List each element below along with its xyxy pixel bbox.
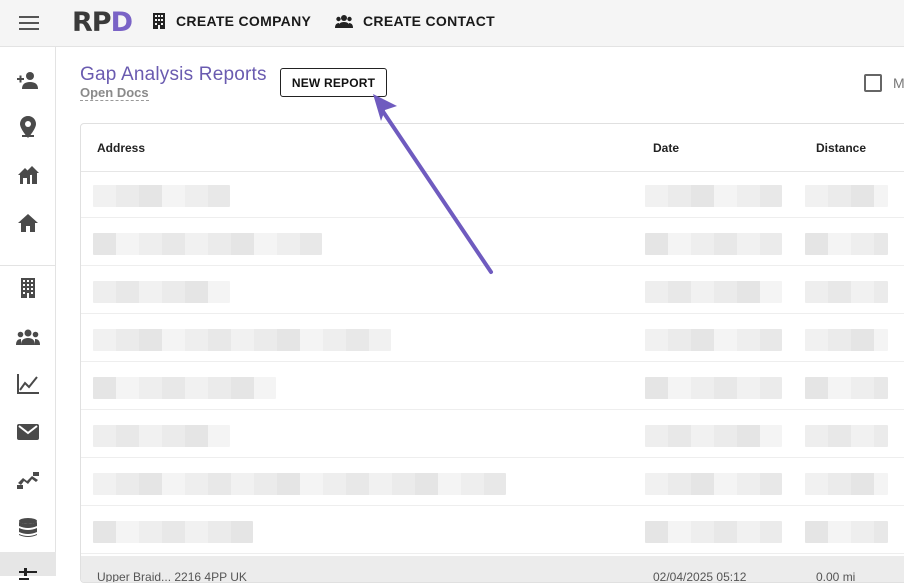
logo-text: RP: [72, 7, 112, 38]
redacted-distance: [805, 521, 888, 543]
line-chart-icon[interactable]: [16, 372, 40, 396]
row-address: Upper Braid... 2216 4PP UK: [97, 570, 247, 583]
redacted-address: [93, 377, 276, 399]
redacted-address: [93, 329, 391, 351]
open-docs-link[interactable]: Open Docs: [80, 85, 149, 101]
column-header-date[interactable]: Date: [653, 141, 679, 155]
redacted-distance: [805, 473, 888, 495]
handshake-icon[interactable]: [16, 468, 40, 492]
table-row[interactable]: [81, 220, 904, 266]
building-icon: [153, 13, 165, 29]
redacted-date: [645, 377, 782, 399]
menu-icon[interactable]: [19, 16, 39, 30]
sidebar: [0, 47, 56, 580]
redacted-date: [645, 233, 782, 255]
redacted-address: [93, 521, 253, 543]
redacted-address: [93, 233, 322, 255]
sidebar-active-item[interactable]: [0, 552, 56, 580]
building-icon[interactable]: [16, 276, 40, 300]
column-header-address[interactable]: Address: [97, 141, 145, 155]
app-logo[interactable]: RPD: [72, 7, 133, 38]
redacted-date: [645, 425, 782, 447]
filter-checkbox[interactable]: [864, 74, 882, 92]
table-row[interactable]: [81, 364, 904, 410]
create-contact-label: CREATE CONTACT: [363, 13, 496, 29]
create-company-button[interactable]: CREATE COMPANY: [152, 13, 311, 29]
create-company-label: CREATE COMPANY: [176, 13, 312, 29]
table-row[interactable]: [81, 172, 904, 218]
row-distance: 0.00 mi: [816, 570, 856, 583]
table-row[interactable]: [81, 460, 904, 506]
people-icon[interactable]: [16, 325, 40, 349]
redacted-address: [93, 281, 230, 303]
page-title: Gap Analysis Reports: [80, 64, 267, 85]
redacted-distance: [805, 329, 888, 351]
redacted-distance: [805, 281, 888, 303]
table-row[interactable]: [81, 412, 904, 458]
redacted-date: [645, 329, 782, 351]
create-contact-button[interactable]: CREATE CONTACT: [335, 13, 495, 29]
database-icon[interactable]: [16, 516, 40, 540]
sliders-icon: [16, 562, 40, 586]
sidebar-divider: [0, 265, 56, 266]
map-pin-icon[interactable]: [16, 115, 40, 139]
redacted-address: [93, 473, 506, 495]
table-row[interactable]: [81, 316, 904, 362]
redacted-address: [93, 425, 230, 447]
new-report-button[interactable]: NEW REPORT: [280, 68, 387, 97]
redacted-date: [645, 521, 782, 543]
redacted-date: [645, 185, 782, 207]
people-icon: [335, 15, 353, 28]
redacted-date: [645, 473, 782, 495]
redacted-distance: [805, 425, 888, 447]
home-icon[interactable]: [16, 211, 40, 235]
redacted-distance: [805, 185, 888, 207]
multi-home-icon[interactable]: [16, 163, 40, 187]
logo-accent: D: [110, 7, 133, 38]
column-header-distance[interactable]: Distance: [816, 141, 866, 155]
redacted-date: [645, 281, 782, 303]
table-row[interactable]: [81, 268, 904, 314]
redacted-address: [93, 185, 230, 207]
top-bar: RPD CREATE COMPANY CREATE CONTACT: [0, 0, 904, 47]
checkbox-label: M: [893, 75, 904, 91]
redacted-distance: [805, 233, 888, 255]
table-row[interactable]: Upper Braid... 2216 4PP UK 02/04/2025 05…: [81, 556, 904, 583]
mail-icon[interactable]: [16, 420, 40, 444]
row-date: 02/04/2025 05:12: [653, 570, 747, 583]
table-row[interactable]: [81, 508, 904, 554]
reports-table: Address Date Distance Upper Braid... 221…: [80, 123, 904, 583]
redacted-distance: [805, 377, 888, 399]
add-person-icon[interactable]: [16, 68, 40, 92]
